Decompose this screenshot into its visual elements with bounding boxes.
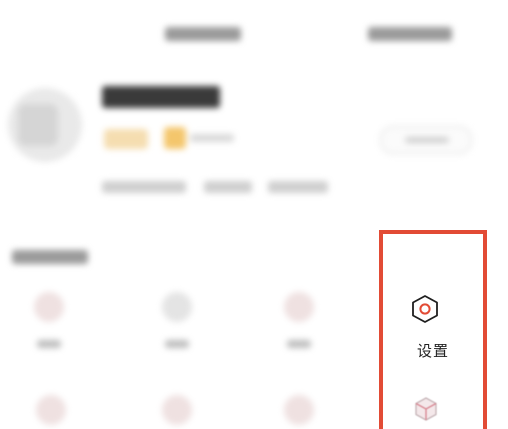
profile-action-button[interactable]: [380, 126, 472, 154]
vip-badge: [164, 127, 186, 149]
vip-badge-text: [190, 134, 234, 142]
grid-item-label: [165, 340, 189, 348]
top-tab-right[interactable]: [368, 27, 452, 41]
profile-name: [102, 86, 220, 108]
level-badge: [104, 129, 148, 149]
grid-item-icon[interactable]: [162, 395, 192, 425]
grid-item-icon[interactable]: [36, 395, 66, 425]
settings-label[interactable]: 设置: [383, 340, 483, 361]
avatar[interactable]: [8, 88, 82, 162]
section-heading: [12, 250, 88, 264]
stat-item-1[interactable]: [102, 181, 186, 193]
stat-item-2[interactable]: [204, 181, 252, 193]
cube-icon[interactable]: [413, 396, 439, 422]
grid-item-icon[interactable]: [284, 292, 314, 322]
grid-item-icon[interactable]: [34, 292, 64, 322]
grid-item-label: [287, 340, 311, 348]
settings-hexagon-icon[interactable]: [410, 294, 440, 324]
grid-item-label: [37, 340, 61, 348]
grid-item-icon[interactable]: [284, 395, 314, 425]
grid-item-icon[interactable]: [162, 292, 192, 322]
settings-highlight-box: 设置: [379, 230, 487, 429]
stat-item-3[interactable]: [268, 181, 328, 193]
top-tab-left[interactable]: [165, 27, 241, 41]
